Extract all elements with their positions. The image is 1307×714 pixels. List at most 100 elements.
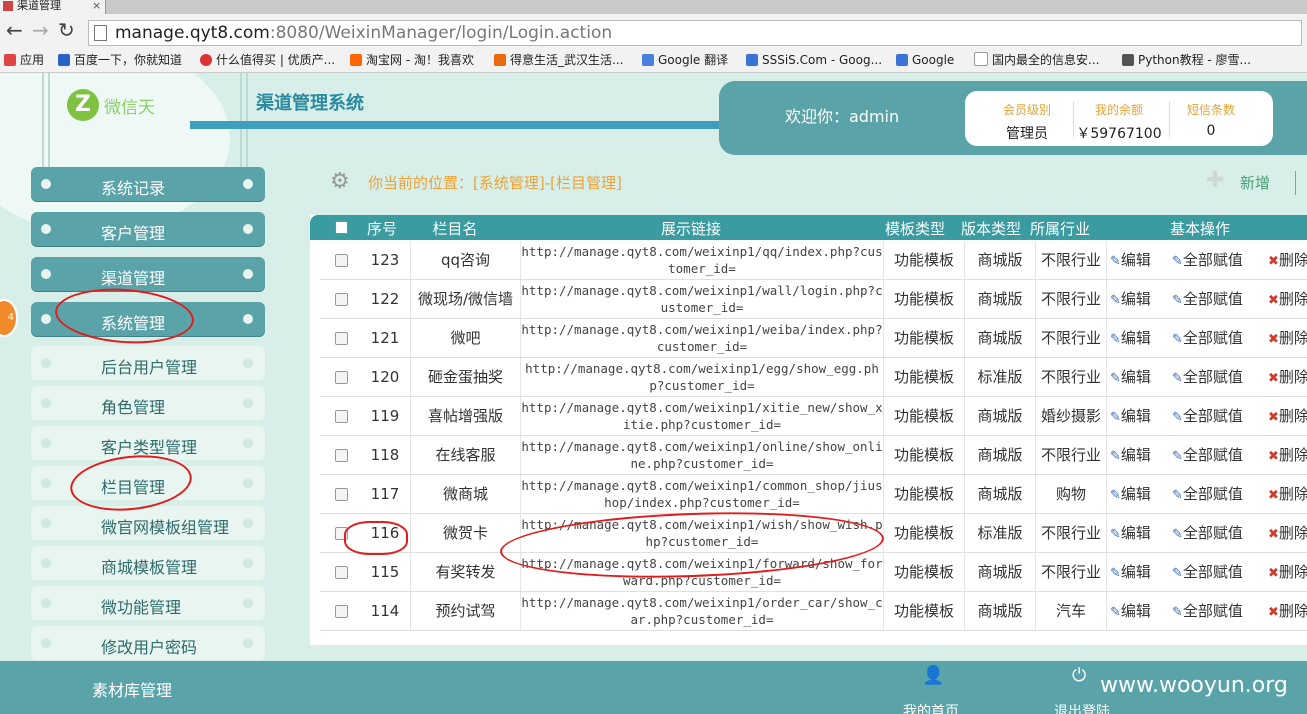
row-checkbox[interactable] [335,332,348,345]
assign-all-button[interactable]: ✎全部赋值 [1172,397,1243,437]
edit-button[interactable]: ✎编辑 [1110,514,1151,554]
col-template-type: 模板类型 [884,220,945,238]
plus-icon[interactable]: ✚ [1206,168,1224,193]
delete-icon: ✖ [1268,488,1279,503]
bookmark-item[interactable]: Google 翻译 [642,51,728,69]
menu-channel[interactable]: 渠道管理 [31,257,265,291]
bookmark-item[interactable]: Google [896,51,954,69]
row-link: http://manage.qyt8.com/weixinp1/online/s… [521,436,884,474]
assign-all-button[interactable]: ✎全部赋值 [1172,358,1243,398]
edit-button[interactable]: ✎编辑 [1110,436,1151,476]
back-icon[interactable]: ← [6,19,23,41]
bullet-icon [243,598,253,608]
row-checkbox[interactable] [335,410,348,423]
row-template-type: 功能模板 [884,280,965,318]
edit-button[interactable]: ✎编辑 [1110,397,1151,437]
delete-button[interactable]: ✖删除 [1268,397,1307,437]
watermark: www.wooyun.org [1100,673,1288,698]
row-checkbox[interactable] [335,371,348,384]
row-name: 微吧 [411,319,521,357]
submenu-roles[interactable]: 角色管理 [31,386,265,420]
close-icon[interactable]: × [92,0,101,12]
assign-all-button[interactable]: ✎全部赋值 [1172,241,1243,281]
delete-button[interactable]: ✖删除 [1268,436,1307,476]
assign-all-button[interactable]: ✎全部赋值 [1172,319,1243,359]
google-translate-icon [642,54,654,66]
edit-button[interactable]: ✎编辑 [1110,553,1151,593]
edit-button[interactable]: ✎编辑 [1110,358,1151,398]
delete-icon: ✖ [1268,527,1279,542]
row-version-type: 商城版 [965,553,1036,591]
delete-button[interactable]: ✖删除 [1268,358,1307,398]
row-checkbox[interactable] [335,566,348,579]
table-row: 118 在线客服 http://manage.qyt8.com/weixinp1/o… [320,436,1307,475]
row-link: http://manage.qyt8.com/weixinp1/xitie_ne… [521,397,884,435]
bookmark-item[interactable]: 百度一下，你就知道 [58,51,182,69]
row-checkbox[interactable] [335,488,348,501]
table-row: 121 微吧 http://manage.qyt8.com/weixinp1/wei… [320,319,1307,358]
row-checkbox[interactable] [335,605,348,618]
row-name: 在线客服 [411,436,521,474]
assign-all-button[interactable]: ✎全部赋值 [1172,514,1243,554]
reload-icon[interactable]: ↻ [58,19,75,41]
edit-button[interactable]: ✎编辑 [1110,592,1151,632]
add-button[interactable]: 新增 [1240,172,1270,193]
delete-button[interactable]: ✖删除 [1268,241,1307,281]
select-all-checkbox[interactable] [335,221,348,234]
assign-all-button[interactable]: ✎全部赋值 [1172,475,1243,515]
bookmark-item[interactable]: SSSiS.Com - Goog... [746,51,882,69]
operation-label: 全部赋值 [1182,290,1243,308]
bookmark-item[interactable]: 国内最全的信息安... [974,51,1099,69]
menu-customer[interactable]: 客户管理 [31,212,265,246]
footer-media-library[interactable]: 素材库管理 [92,677,172,701]
bullet-icon [243,398,253,408]
edit-button[interactable]: ✎编辑 [1110,280,1151,320]
row-name: qq咨询 [411,241,521,279]
delete-button[interactable]: ✖删除 [1268,319,1307,359]
assign-all-button[interactable]: ✎全部赋值 [1172,553,1243,593]
submenu-micro-features[interactable]: 微功能管理 [31,586,265,620]
submenu-shop-templates[interactable]: 商城模板管理 [31,546,265,580]
bookmark-apps[interactable]: 应用 [4,51,44,69]
delete-icon: ✖ [1268,332,1279,347]
delete-button[interactable]: ✖删除 [1268,553,1307,593]
row-checkbox[interactable] [335,449,348,462]
edit-button[interactable]: ✎编辑 [1110,319,1151,359]
submenu-microsite-templates[interactable]: 微官网模板组管理 [31,506,265,540]
pencil-icon: ✎ [1110,449,1121,464]
bullet-icon [243,638,253,648]
submenu-backend-users[interactable]: 后台用户管理 [31,346,265,380]
logout-link[interactable]: 退出登陆 [1054,701,1110,714]
operation-label: 编辑 [1120,485,1151,503]
delete-button[interactable]: ✖删除 [1268,280,1307,320]
address-bar[interactable]: manage.qyt8.com:8080/WeixinManager/login… [88,20,1302,46]
bullet-icon [41,314,51,324]
bookmark-item[interactable]: 什么值得买 | 优质产... [200,51,335,69]
delete-button[interactable]: ✖删除 [1268,592,1307,632]
side-badge[interactable]: 4 [0,299,18,337]
row-template-type: 功能模板 [884,241,965,279]
row-checkbox[interactable] [335,254,348,267]
home-link[interactable]: 我的首页 [903,701,959,714]
row-id: 122 [360,280,411,318]
bookmark-item[interactable]: 淘宝网 - 淘！我喜欢 [350,51,474,69]
assign-all-button[interactable]: ✎全部赋值 [1172,436,1243,476]
row-checkbox[interactable] [335,293,348,306]
bookmark-item[interactable]: Python教程 - 廖雪... [1122,51,1251,69]
pencil-icon: ✎ [1172,527,1183,542]
edit-button[interactable]: ✎编辑 [1110,241,1151,281]
assign-all-button[interactable]: ✎全部赋值 [1172,592,1243,632]
menu-system-log[interactable]: 系统记录 [31,167,265,201]
python-icon [1122,54,1134,66]
browser-tab[interactable]: 渠道管理 × [0,0,106,14]
edit-button[interactable]: ✎编辑 [1110,475,1151,515]
delete-button[interactable]: ✖删除 [1268,475,1307,515]
delete-button[interactable]: ✖删除 [1268,514,1307,554]
submenu-change-password[interactable]: 修改用户密码 [31,626,265,660]
row-industry: 不限行业 [1036,436,1107,474]
bookmark-item[interactable]: 得意生活_武汉生活... [494,51,623,69]
forward-icon[interactable]: → [32,19,49,41]
assign-all-button[interactable]: ✎全部赋值 [1172,280,1243,320]
user-icon: 👤 [922,665,945,686]
pencil-icon: ✎ [1110,332,1121,347]
